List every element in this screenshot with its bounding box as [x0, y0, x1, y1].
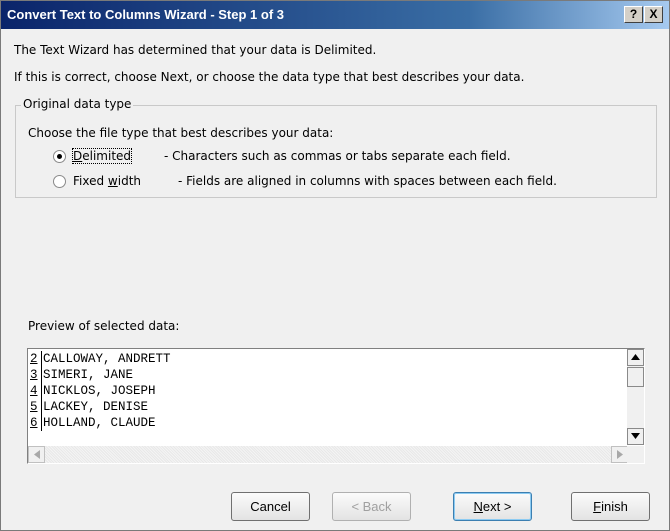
title-bar[interactable]: Convert Text to Columns Wizard - Step 1 …	[1, 1, 669, 29]
preview-row: 5 LACKEY, DENISE	[29, 399, 171, 415]
radio-fixed-width[interactable]	[53, 175, 66, 188]
row-number: 4	[29, 383, 42, 399]
help-button[interactable]: ?	[624, 6, 643, 23]
row-text: NICKLOS, JOSEPH	[43, 384, 156, 398]
preview-row: 4 NICKLOS, JOSEPH	[29, 383, 171, 399]
radio-delimited[interactable]	[53, 150, 66, 163]
up-arrow-icon	[631, 354, 640, 360]
preview-row: 2 CALLOWAY, ANDRETT	[29, 351, 171, 367]
row-text: LACKEY, DENISE	[43, 400, 149, 414]
preview-rows: 2 CALLOWAY, ANDRETT 3 SIMERI, JANE 4 NICKLO…	[29, 351, 171, 431]
row-text: HOLLAND, CLAUDE	[43, 416, 156, 430]
close-button[interactable]: X	[644, 6, 663, 23]
scroll-left-button[interactable]	[28, 446, 45, 463]
wizard-dialog: Convert Text to Columns Wizard - Step 1 …	[0, 0, 670, 531]
row-number: 3	[29, 367, 42, 383]
vertical-scrollbar[interactable]	[627, 349, 644, 445]
cancel-button[interactable]: Cancel	[231, 492, 310, 521]
row-text: SIMERI, JANE	[43, 368, 134, 382]
horizontal-scrollbar[interactable]	[28, 446, 628, 463]
radio-delimited-label[interactable]: Delimited	[71, 148, 133, 164]
group-legend: Original data type	[21, 97, 134, 111]
radio-fixed-width-label[interactable]: Fixed width	[73, 174, 141, 188]
scroll-right-button[interactable]	[611, 446, 628, 463]
radio-delimited-description: - Characters such as commas or tabs sepa…	[164, 149, 511, 163]
radio-selected-dot	[57, 154, 62, 159]
vertical-scroll-thumb[interactable]	[627, 367, 644, 387]
down-arrow-icon	[631, 433, 640, 439]
back-button[interactable]: < Back	[332, 492, 411, 521]
row-number: 2	[29, 351, 42, 367]
original-data-type-group: Original data type Choose the file type …	[15, 97, 657, 198]
row-number: 6	[29, 415, 42, 431]
scrollbar-corner	[627, 446, 644, 463]
scroll-up-button[interactable]	[627, 349, 644, 366]
dialog-title: Convert Text to Columns Wizard - Step 1 …	[7, 7, 284, 22]
row-text: CALLOWAY, ANDRETT	[43, 352, 171, 366]
finish-button[interactable]: Finish	[571, 492, 650, 521]
preview-label: Preview of selected data:	[28, 319, 180, 333]
preview-row: 3 SIMERI, JANE	[29, 367, 171, 383]
scroll-down-button[interactable]	[627, 428, 644, 445]
radio-fixed-width-description: - Fields are aligned in columns with spa…	[178, 174, 557, 188]
right-arrow-icon	[616, 450, 623, 459]
data-preview[interactable]: 2 CALLOWAY, ANDRETT 3 SIMERI, JANE 4 NICKLO…	[27, 348, 645, 464]
intro-text-line-2: If this is correct, choose Next, or choo…	[14, 70, 525, 84]
group-instruction: Choose the file type that best describes…	[28, 126, 334, 140]
next-button[interactable]: Next >	[453, 492, 532, 521]
preview-row: 6 HOLLAND, CLAUDE	[29, 415, 171, 431]
intro-text-line-1: The Text Wizard has determined that your…	[14, 43, 377, 57]
left-arrow-icon	[33, 450, 40, 459]
row-number: 5	[29, 399, 42, 415]
